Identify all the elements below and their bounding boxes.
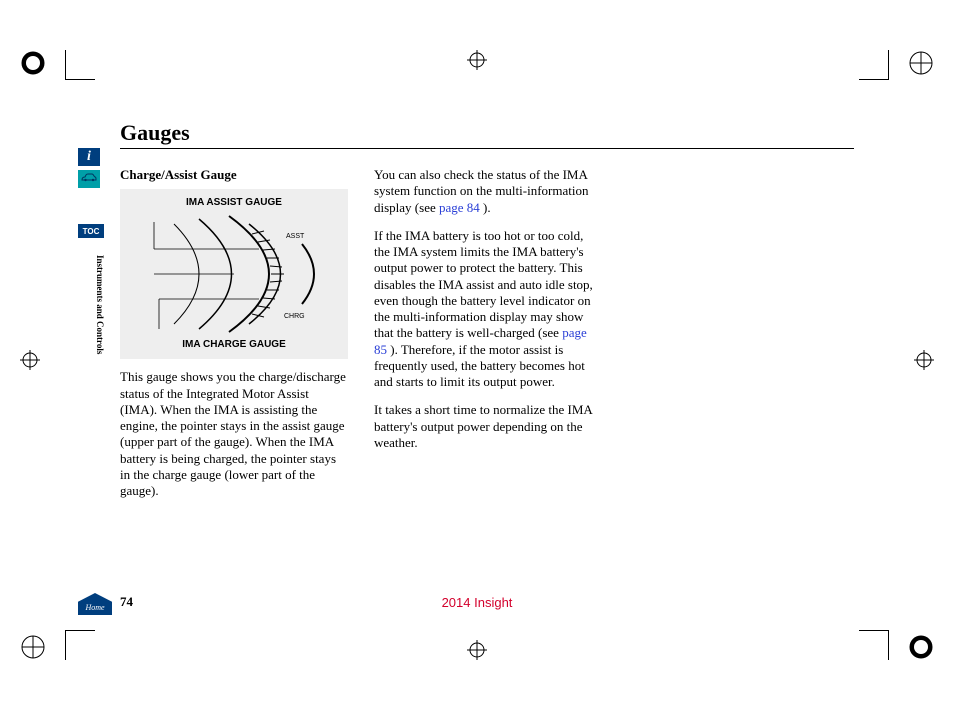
- column-1: Charge/Assist Gauge IMA ASSIST GAUGE: [120, 167, 348, 511]
- registration-mark-icon: [908, 50, 934, 76]
- model-year: 2014 Insight: [442, 595, 513, 610]
- subheading: Charge/Assist Gauge: [120, 167, 348, 183]
- gauge-illustration-icon: ASST CHRG: [134, 214, 334, 334]
- home-label: Home: [85, 603, 104, 612]
- crop-mark-icon: [859, 50, 889, 80]
- registration-mark-icon: [914, 350, 934, 370]
- page-title: Gauges: [120, 120, 854, 149]
- home-tab[interactable]: Home: [78, 593, 112, 615]
- crop-mark-icon: [65, 50, 95, 80]
- registration-mark-icon: [467, 640, 487, 660]
- diagram-bottom-label: IMA CHARGE GAUGE: [120, 339, 348, 352]
- crop-mark-icon: [65, 630, 95, 660]
- toc-tab[interactable]: TOC: [78, 224, 104, 238]
- crop-mark-icon: [859, 630, 889, 660]
- column-2: You can also check the status of the IMA…: [374, 167, 602, 511]
- asst-label: ASST: [286, 233, 305, 240]
- page-number: 74: [120, 594, 133, 610]
- page-content: Gauges Charge/Assist Gauge IMA ASSIST GA…: [120, 120, 854, 615]
- registration-mark-icon: [908, 634, 934, 660]
- body-paragraph: It takes a short time to normalize the I…: [374, 402, 602, 451]
- toc-label: TOC: [83, 227, 100, 236]
- registration-mark-icon: [467, 50, 487, 70]
- info-icon: i: [87, 149, 91, 165]
- gauge-diagram: IMA ASSIST GAUGE: [120, 189, 348, 359]
- page-footer: 74 2014 Insight: [120, 594, 834, 610]
- body-paragraph: You can also check the status of the IMA…: [374, 167, 602, 216]
- diagram-top-label: IMA ASSIST GAUGE: [126, 197, 342, 210]
- page-link[interactable]: page 84: [439, 200, 480, 215]
- car-tab[interactable]: [78, 170, 100, 188]
- car-icon: [81, 170, 97, 188]
- registration-mark-icon: [20, 634, 46, 660]
- body-paragraph: This gauge shows you the charge/discharg…: [120, 369, 348, 499]
- registration-mark-icon: [20, 350, 40, 370]
- body-paragraph: If the IMA battery is too hot or too col…: [374, 228, 602, 391]
- registration-mark-icon: [20, 50, 46, 76]
- chrg-label: CHRG: [284, 313, 305, 320]
- section-label: Instruments and Controls: [95, 255, 105, 354]
- info-tab[interactable]: i: [78, 148, 100, 166]
